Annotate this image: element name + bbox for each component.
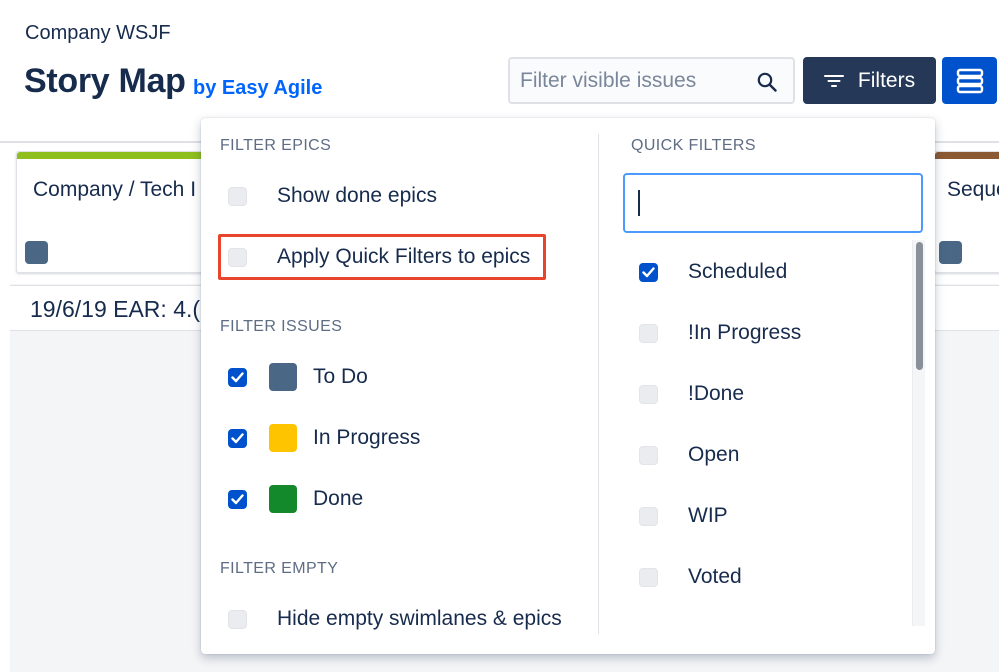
- option-label: Show done epics: [277, 184, 437, 207]
- option-label: Hide empty swimlanes & epics: [277, 607, 562, 630]
- option-label: To Do: [313, 365, 368, 388]
- epic-title: Company / Tech I: [33, 178, 197, 201]
- option-label: WIP: [688, 504, 728, 527]
- app-byline-link[interactable]: by Easy Agile: [193, 77, 322, 100]
- stack-layers-icon: [956, 68, 983, 93]
- epic-card[interactable]: Seque: [934, 151, 999, 273]
- status-color-swatch: [269, 485, 297, 513]
- filter-issues-search[interactable]: [508, 57, 795, 104]
- in-progress-status-option[interactable]: In Progress: [228, 423, 420, 453]
- show-done-epics-option[interactable]: Show done epics: [228, 181, 437, 211]
- checkmark-icon: [642, 266, 655, 277]
- filter-empty-heading: FILTER EMPTY: [220, 560, 339, 577]
- quick-filter-checkbox[interactable]: [639, 384, 658, 404]
- epic-title: Seque: [947, 178, 999, 201]
- column-divider: [598, 134, 599, 634]
- quick-filters-heading: QUICK FILTERS: [631, 137, 756, 154]
- filters-button-label: Filters: [857, 68, 916, 92]
- scrollbar-thumb[interactable]: [916, 242, 923, 370]
- filter-issues-heading: FILTER ISSUES: [220, 318, 343, 335]
- quick-filter-item[interactable]: Scheduled: [639, 257, 787, 287]
- status-color-swatch: [269, 424, 297, 452]
- done-checkbox[interactable]: [228, 489, 247, 509]
- option-label: !In Progress: [688, 321, 802, 344]
- filter-epics-heading: FILTER EPICS: [220, 137, 332, 154]
- done-status-option[interactable]: Done: [228, 484, 363, 514]
- quick-filters-scrollbar[interactable]: [912, 240, 925, 626]
- option-label: Open: [688, 443, 740, 466]
- quick-filter-checkbox[interactable]: [639, 506, 658, 526]
- view-options-button[interactable]: [942, 57, 997, 104]
- quick-filter-checkbox[interactable]: [639, 567, 658, 587]
- epic-status-badge: [25, 241, 48, 264]
- quick-filter-checkbox[interactable]: [639, 445, 658, 465]
- project-name: Company WSJF: [25, 22, 171, 44]
- option-label: Done: [313, 487, 364, 510]
- epic-status-badge: [939, 241, 962, 264]
- option-label: Voted: [688, 565, 742, 588]
- quick-filter-item[interactable]: Open: [639, 440, 739, 470]
- text-caret: [638, 190, 640, 216]
- quick-filter-item[interactable]: !Done: [639, 379, 744, 409]
- epic-color-strip: [935, 152, 999, 159]
- checkmark-icon: [231, 432, 244, 443]
- option-label: !Done: [688, 382, 745, 405]
- quick-filter-item[interactable]: !In Progress: [639, 318, 801, 348]
- app-title: Story Map: [24, 62, 186, 100]
- filters-button[interactable]: Filters: [803, 57, 936, 104]
- quick-filter-item[interactable]: WIP: [639, 501, 728, 531]
- release-label: 19/6/19 EAR: 4.(: [30, 296, 201, 322]
- search-icon: [757, 72, 777, 92]
- checkmark-icon: [231, 371, 244, 382]
- quick-filter-item[interactable]: Voted: [639, 562, 742, 592]
- hide-empty-checkbox[interactable]: [228, 609, 247, 629]
- epic-color-strip: [17, 152, 215, 159]
- apply-quick-filters-checkbox[interactable]: [228, 247, 247, 267]
- status-color-swatch: [269, 363, 297, 391]
- option-label: Scheduled: [688, 260, 788, 283]
- apply-quick-filters-to-epics-option[interactable]: Apply Quick Filters to epics: [228, 242, 530, 272]
- epic-card[interactable]: Company / Tech I: [16, 151, 216, 273]
- to-do-status-option[interactable]: To Do: [228, 362, 368, 392]
- quick-filter-checkbox[interactable]: [639, 323, 658, 343]
- quick-filters-search[interactable]: [623, 173, 923, 233]
- filter-icon: [823, 74, 844, 87]
- option-label: Apply Quick Filters to epics: [277, 245, 531, 268]
- in-progress-checkbox[interactable]: [228, 428, 247, 448]
- filters-dropdown-panel: FILTER EPICS Show done epics Apply Quick…: [201, 118, 935, 654]
- to-do-checkbox[interactable]: [228, 367, 247, 387]
- hide-empty-swimlanes-option[interactable]: Hide empty swimlanes & epics: [228, 604, 562, 634]
- checkmark-icon: [231, 493, 244, 504]
- show-done-epics-checkbox[interactable]: [228, 186, 247, 206]
- quick-filter-checkbox[interactable]: [639, 262, 658, 282]
- option-label: In Progress: [313, 426, 421, 449]
- filter-issues-input[interactable]: [520, 67, 750, 95]
